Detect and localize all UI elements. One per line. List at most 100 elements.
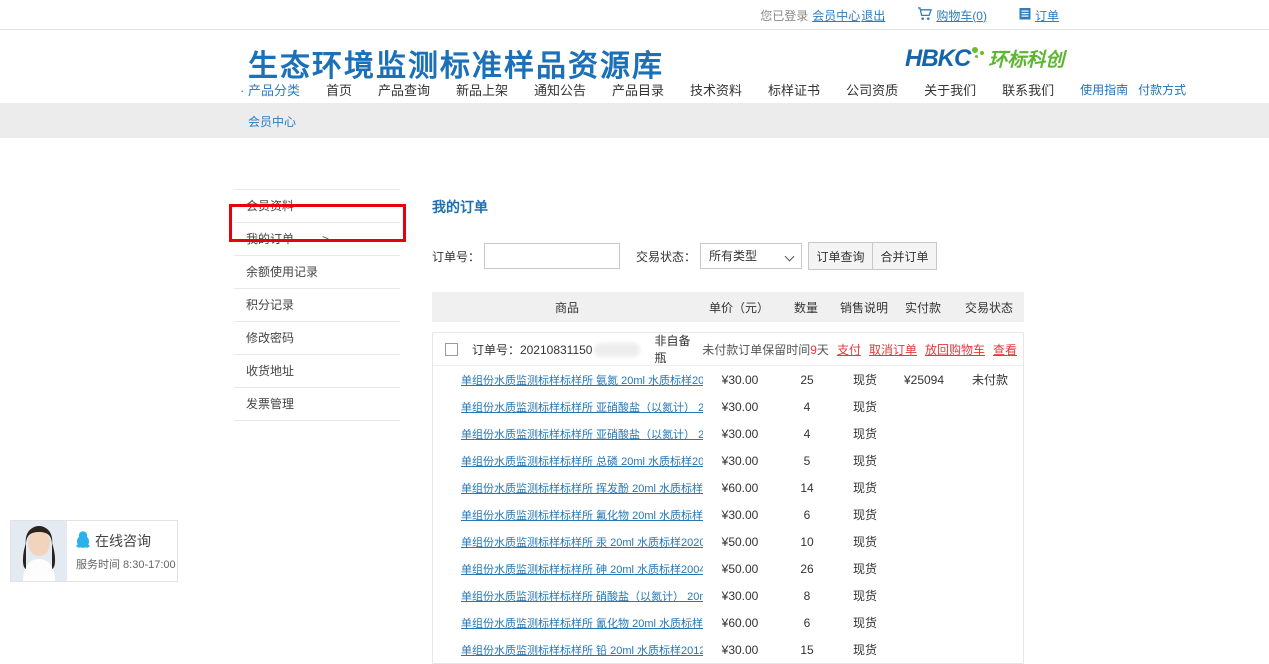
sidebar-item-label: 发票管理 (246, 397, 294, 411)
nav-help-link[interactable]: 使用指南 (1080, 81, 1128, 98)
order-actions: 未付款订单保留时间9天 支付 取消订单 放回购物车 查看 (702, 341, 1017, 358)
query-orders-button[interactable]: 订单查询 (808, 242, 873, 270)
nav-help-link[interactable]: 付款方式 (1138, 81, 1186, 98)
order-no-input[interactable] (484, 243, 620, 269)
nav-item[interactable]: 标样证书 (768, 80, 820, 99)
col-product: 商品 (432, 299, 702, 316)
company-logo: HBKC环标科创 (905, 45, 1064, 73)
product-name-cell: 单组份水质监测标样标样所 汞 20ml 水质标样202051 (433, 534, 703, 550)
order-action-link[interactable]: 放回购物车 (925, 341, 985, 358)
price-cell: ¥30.00 (703, 454, 777, 468)
sale-note-cell: 现货 (837, 425, 893, 442)
price-cell: ¥30.00 (703, 643, 777, 657)
order-action-link[interactable]: 查看 (993, 341, 1017, 358)
product-link[interactable]: 单组份水质监测标样标样所 亚硝酸盐（以氮计） 20ml 水质标样200644 (461, 429, 703, 441)
site-header: 生态环境监测标准样品资源库 HBKC环标科创 · 产品分类 首页 产品查询 新品… (0, 31, 1269, 103)
product-link[interactable]: 单组份水质监测标样标样所 砷 20ml 水质标样200455 (461, 564, 703, 576)
nav-item[interactable]: 新品上架 (456, 80, 508, 99)
price-cell: ¥50.00 (703, 535, 777, 549)
nav-item[interactable]: 产品查询 (378, 80, 430, 99)
status-select[interactable]: 所有类型 (700, 243, 802, 269)
price-cell: ¥30.00 (703, 589, 777, 603)
product-link[interactable]: 单组份水质监测标样标样所 氰化物 20ml 水质标样205544 (461, 618, 703, 630)
sale-note-cell: 现货 (837, 506, 893, 523)
paid-cell: ¥25094 (893, 373, 955, 387)
sale-note-cell: 现货 (837, 533, 893, 550)
sidebar-item[interactable]: 修改密码 (234, 322, 400, 355)
sale-note-cell: 现货 (837, 641, 893, 658)
retention-text: 未付款订单保留时间9天 (702, 341, 829, 358)
sidebar-item-label: 修改密码 (246, 331, 294, 345)
sidebar-item[interactable]: 积分记录 (234, 289, 400, 322)
product-link[interactable]: 单组份水质监测标样标样所 氨氮 20ml 水质标样2005153 (461, 375, 703, 387)
order-list-icon (1019, 7, 1031, 23)
product-row: 单组份水质监测标样标样所 总磷 20ml 水质标样203997 ¥30.00 5… (433, 447, 1023, 474)
nav-item-product-category[interactable]: · 产品分类 (240, 80, 300, 99)
price-cell: ¥30.00 (703, 508, 777, 522)
qty-cell: 6 (777, 508, 837, 522)
agent-avatar (11, 521, 67, 581)
product-name-cell: 单组份水质监测标样标样所 氨氮 20ml 水质标样2005153 (433, 372, 703, 388)
col-status: 交易状态 (954, 299, 1024, 316)
product-name-cell: 单组份水质监测标样标样所 砷 20ml 水质标样200455 (433, 561, 703, 577)
product-link[interactable]: 单组份水质监测标样标样所 亚硝酸盐（以氮计） 20ml 水质标样200643 (461, 402, 703, 414)
sale-note-cell: 现货 (837, 479, 893, 496)
order-action-link[interactable]: 取消订单 (869, 341, 917, 358)
sidebar-item[interactable]: 发票管理 (234, 388, 400, 421)
breadcrumb-member-center[interactable]: 会员中心 (248, 113, 296, 130)
sidebar-item[interactable]: 会员资料 (234, 190, 400, 223)
sidebar-item-arrow: > (322, 223, 329, 256)
order-search-form: 订单号： 交易状态： 所有类型 订单查询 合并订单 (432, 242, 1024, 270)
qty-cell: 5 (777, 454, 837, 468)
price-cell: ¥30.00 (703, 373, 777, 387)
product-row: 单组份水质监测标样标样所 亚硝酸盐（以氮计） 20ml 水质标样200644 ¥… (433, 420, 1023, 447)
product-link[interactable]: 单组份水质监测标样标样所 挥发酚 20ml 水质标样200364 (461, 483, 703, 495)
order-no-label: 订单号： (432, 248, 480, 265)
status-select-value: 所有类型 (709, 249, 757, 263)
sidebar-item[interactable]: 我的订单 > (234, 223, 400, 256)
login-status-text: 您已登录 (760, 7, 808, 24)
sidebar-item-label: 收货地址 (246, 364, 294, 378)
product-row: 单组份水质监测标样标样所 氨氮 20ml 水质标样2005153 ¥30.00 … (433, 366, 1023, 393)
top-bar-links: 您已登录 会员中心退出 购物车(0) 订单 (760, 0, 1059, 30)
nav-item[interactable]: 关于我们 (924, 80, 976, 99)
product-link[interactable]: 单组份水质监测标样标样所 汞 20ml 水质标样202051 (461, 537, 703, 549)
qty-cell: 25 (777, 373, 837, 387)
member-center-link[interactable]: 会员中心 (812, 7, 860, 24)
order-action-link[interactable]: 支付 (837, 341, 861, 358)
qty-cell: 4 (777, 427, 837, 441)
nav-item[interactable]: 首页 (326, 80, 352, 99)
nav-item[interactable]: 联系我们 (1002, 80, 1054, 99)
redacted-blur (594, 343, 640, 357)
cart-group: 购物车(0) (917, 7, 987, 24)
product-link[interactable]: 单组份水质监测标样标样所 铅 20ml 水质标样201240 (461, 645, 703, 657)
product-link[interactable]: 单组份水质监测标样标样所 总磷 20ml 水质标样203997 (461, 456, 703, 468)
qty-cell: 4 (777, 400, 837, 414)
nav-item[interactable]: 公司资质 (846, 80, 898, 99)
product-link[interactable]: 单组份水质监测标样标样所 硝酸盐（以氮计） 20ml 水质标样200850 (461, 591, 703, 603)
product-row: 单组份水质监测标样标样所 汞 20ml 水质标样202051 ¥50.00 10… (433, 528, 1023, 555)
order-checkbox[interactable] (445, 343, 458, 356)
sidebar-item[interactable]: 余额使用记录 (234, 256, 400, 289)
nav-item[interactable]: 通知公告 (534, 80, 586, 99)
logo-hbkc-text: HBKC (905, 45, 970, 72)
cart-link[interactable]: 购物车(0) (936, 7, 987, 24)
sidebar-item[interactable]: 收货地址 (234, 355, 400, 388)
online-chat-widget[interactable]: 在线咨询 服务时间 8:30-17:00 (10, 520, 178, 582)
merge-orders-button[interactable]: 合并订单 (872, 242, 937, 270)
nav-item[interactable]: 产品目录 (612, 80, 664, 99)
orders-link[interactable]: 订单 (1035, 7, 1059, 24)
product-link[interactable]: 单组份水质监测标样标样所 氟化物 20ml 水质标样201757 (461, 510, 703, 522)
nav-item[interactable]: 技术资料 (690, 80, 742, 99)
chat-title: 在线咨询 (95, 531, 151, 551)
table-header: 商品 单价（元） 数量 销售说明 实付款 交易状态 (432, 292, 1024, 322)
status-cell: 未付款 (955, 371, 1025, 388)
sale-note-cell: 现货 (837, 371, 893, 388)
price-cell: ¥50.00 (703, 562, 777, 576)
logout-link[interactable]: 退出 (861, 7, 885, 24)
bottle-note: 非自备瓶 (654, 332, 702, 366)
col-sale-note: 销售说明 (836, 299, 892, 316)
qty-cell: 26 (777, 562, 837, 576)
col-quantity: 数量 (776, 299, 836, 316)
col-unit-price: 单价（元） (702, 299, 776, 316)
